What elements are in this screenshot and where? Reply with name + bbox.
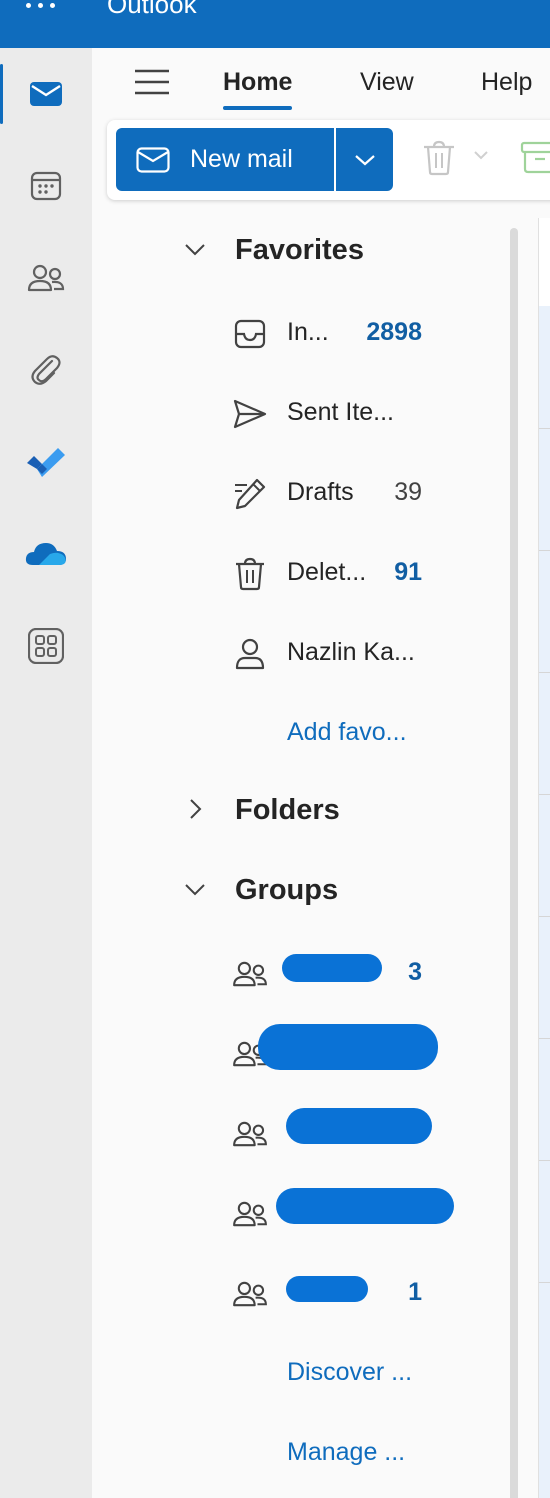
todo-icon	[27, 448, 65, 477]
app-title: Outlook	[107, 0, 197, 19]
unread-count: 3	[408, 958, 422, 986]
people-icon	[27, 264, 65, 292]
chevron-right-icon	[190, 799, 202, 819]
folder-pane: Home View Help New mail Favorites In... …	[92, 48, 550, 1498]
favorites-title: Favorites	[235, 234, 364, 266]
divider	[539, 428, 550, 429]
mail-icon	[30, 82, 62, 106]
trash-icon	[424, 140, 454, 176]
calendar-icon	[30, 171, 62, 201]
discover-groups-link[interactable]: Discover ...	[287, 1358, 412, 1387]
redaction-mark	[258, 1024, 438, 1070]
redaction-mark	[282, 954, 382, 982]
redaction-mark	[276, 1188, 454, 1224]
app-rail	[0, 48, 92, 1498]
mail-icon	[136, 146, 170, 173]
folders-header[interactable]: Folders	[92, 780, 492, 840]
tab-help[interactable]: Help	[481, 66, 532, 98]
message-list-edge	[538, 218, 550, 1498]
onedrive-icon	[25, 543, 66, 565]
hamburger-icon	[135, 69, 169, 95]
send-icon	[230, 394, 270, 434]
redaction-mark	[286, 1108, 432, 1144]
new-mail-button[interactable]: New mail	[116, 128, 334, 191]
favorites-header[interactable]: Favorites	[92, 220, 492, 280]
folder-name: Sent Ite...	[287, 398, 395, 426]
trash-icon	[230, 554, 270, 594]
item-count: 39	[394, 478, 422, 506]
person-icon	[230, 634, 270, 674]
folder-name: Delet...	[287, 558, 367, 586]
rail-onedrive[interactable]	[0, 508, 92, 600]
chevron-down-icon[interactable]	[473, 150, 489, 160]
apps-icon	[28, 628, 64, 664]
group-icon	[230, 1194, 270, 1234]
chevron-down-icon	[354, 154, 375, 165]
group-icon	[230, 954, 270, 994]
delete-button[interactable]	[422, 140, 462, 180]
waffle-icon[interactable]	[26, 0, 56, 14]
favorite-inbox[interactable]: In... 2898	[92, 298, 492, 368]
app-header: Outlook	[0, 0, 550, 48]
inbox-icon	[230, 314, 270, 354]
folder-name: Nazlin Ka...	[287, 638, 415, 666]
archive-icon	[520, 141, 550, 174]
manage-groups-link[interactable]: Manage ...	[287, 1438, 405, 1467]
tab-view[interactable]: View	[360, 66, 414, 98]
rail-todo[interactable]	[0, 416, 92, 508]
rail-calendar[interactable]	[0, 140, 92, 232]
scrollbar[interactable]	[510, 228, 518, 1498]
folder-name: In...	[287, 318, 329, 346]
archive-button[interactable]	[520, 140, 550, 180]
favorite-person[interactable]: Nazlin Ka...	[92, 618, 492, 688]
groups-header[interactable]: Groups	[92, 860, 492, 920]
chevron-down-icon	[185, 884, 205, 896]
new-mail-dropdown[interactable]	[336, 128, 393, 191]
add-favorite-link[interactable]: Add favo...	[287, 718, 407, 747]
folder-name: Drafts	[287, 478, 354, 506]
unread-count: 91	[394, 558, 422, 586]
divider	[539, 550, 550, 551]
divider	[539, 1160, 550, 1161]
divider	[539, 794, 550, 795]
unread-count: 2898	[366, 318, 422, 346]
divider	[539, 672, 550, 673]
menu-button[interactable]	[132, 66, 172, 98]
redaction-mark	[286, 1276, 368, 1302]
rail-files[interactable]	[0, 324, 92, 416]
new-mail-label: New mail	[190, 145, 293, 173]
group-icon	[230, 1114, 270, 1154]
folders-title: Folders	[235, 794, 340, 826]
favorite-deleted[interactable]: Delet... 91	[92, 538, 492, 608]
chevron-down-icon	[185, 244, 205, 256]
tab-home[interactable]: Home	[223, 66, 293, 110]
drafts-icon	[230, 474, 270, 514]
rail-mail[interactable]	[0, 48, 92, 140]
favorite-drafts[interactable]: Drafts 39	[92, 458, 492, 528]
favorite-sent[interactable]: Sent Ite...	[92, 378, 492, 448]
divider	[539, 1282, 550, 1283]
divider	[539, 916, 550, 917]
group-icon	[230, 1274, 270, 1314]
unread-count: 1	[408, 1278, 422, 1306]
attachment-icon	[31, 355, 61, 385]
rail-people[interactable]	[0, 232, 92, 324]
divider	[539, 1038, 550, 1039]
rail-apps[interactable]	[0, 600, 92, 692]
selected-message-bg	[539, 306, 550, 1498]
ribbon: New mail	[107, 120, 550, 200]
groups-title: Groups	[235, 874, 339, 906]
